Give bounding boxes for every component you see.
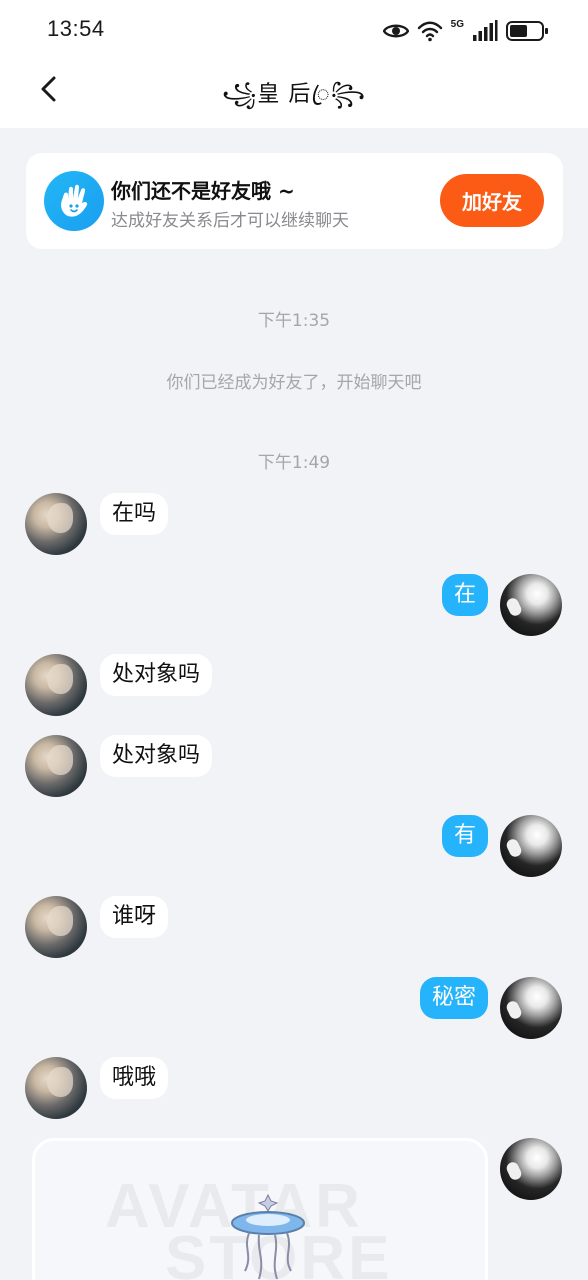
signal-icon <box>473 20 498 41</box>
contact-avatar[interactable] <box>25 896 87 958</box>
outgoing-message-bubble[interactable]: 有 <box>441 815 488 857</box>
chat-screen: 13:54 5G ꧁皇 后ꦿ꧂ 你们还不是好友哦 ~ 达成好友关系后才可以继续聊… <box>0 0 588 1280</box>
outgoing-message-bubble[interactable]: 秘密 <box>419 977 488 1019</box>
contact-avatar[interactable] <box>25 654 87 716</box>
incoming-message-bubble[interactable]: 处对象吗 <box>100 735 213 777</box>
incoming-message-bubble[interactable]: 在吗 <box>100 493 169 535</box>
my-avatar[interactable] <box>500 815 562 877</box>
incoming-message-bubble[interactable]: 哦哦 <box>100 1057 169 1099</box>
incoming-message-bubble[interactable]: 谁呀 <box>100 896 169 938</box>
my-avatar[interactable] <box>500 574 562 636</box>
contact-avatar[interactable] <box>25 1057 87 1119</box>
my-avatar[interactable] <box>500 977 562 1039</box>
outgoing-message-bubble[interactable]: 在 <box>441 574 488 616</box>
timestamp: 下午1:35 <box>257 311 331 331</box>
status-bar: 13:54 5G <box>0 0 588 60</box>
system-notice: 你们已经成为好友了，开始聊天吧 <box>166 373 422 393</box>
my-avatar[interactable] <box>500 1138 562 1200</box>
banner-subtitle: 达成好友关系后才可以继续聊天 <box>111 211 349 231</box>
contact-avatar[interactable] <box>25 493 87 555</box>
chat-header: ꧁皇 后ꦿ꧂ <box>0 60 588 128</box>
battery-level-fill <box>510 25 527 37</box>
add-friend-button[interactable]: 加好友 <box>440 174 544 227</box>
timestamp: 下午1:49 <box>257 453 331 473</box>
status-time: 13:54 <box>47 16 105 41</box>
battery-icon <box>506 21 548 41</box>
jellyfish-sticker-icon <box>231 1193 305 1280</box>
banner-title: 你们还不是好友哦 ~ <box>111 179 295 203</box>
incoming-message-bubble[interactable]: 处对象吗 <box>100 654 213 696</box>
wifi-icon <box>417 21 442 42</box>
chat-title: ꧁皇 后ꦿ꧂ <box>221 82 367 107</box>
contact-avatar[interactable] <box>25 735 87 797</box>
hand-wave-icon <box>44 171 104 231</box>
status-icons: 5G <box>382 17 548 45</box>
image-message-card[interactable]: AVATAR STORE <box>32 1138 488 1280</box>
not-friends-banner: 你们还不是好友哦 ~ 达成好友关系后才可以继续聊天 加好友 <box>26 153 563 249</box>
eye-icon <box>382 24 409 38</box>
network-type-label: 5G <box>450 18 464 30</box>
